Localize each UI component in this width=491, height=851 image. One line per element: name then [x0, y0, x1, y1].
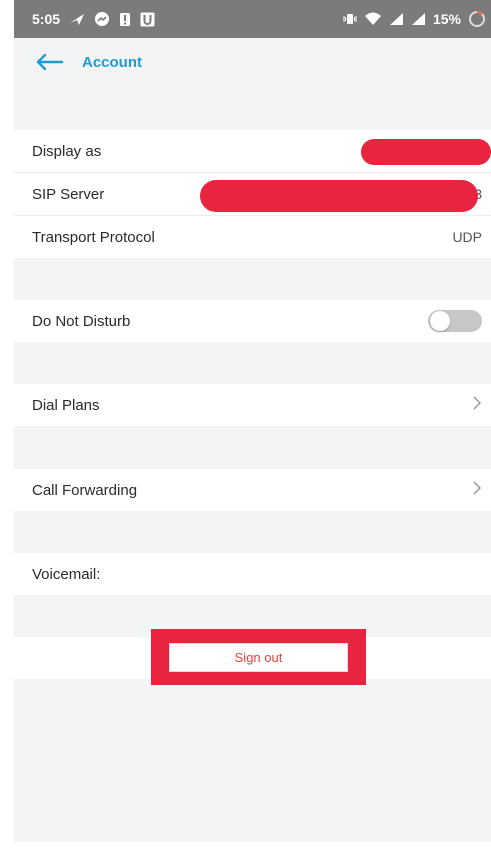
voicemail-label: Voicemail:	[32, 565, 101, 583]
redaction-mark	[361, 139, 491, 165]
sign-out-button[interactable]: Sign out	[169, 643, 348, 672]
do-not-disturb-label: Do Not Disturb	[32, 312, 131, 330]
battery-percent: 15%	[432, 11, 461, 27]
toggle-knob	[430, 311, 450, 331]
dial-plans-row[interactable]: Dial Plans	[14, 384, 491, 426]
call-forwarding-label: Call Forwarding	[32, 481, 138, 499]
call-forwarding-row[interactable]: Call Forwarding	[14, 469, 491, 511]
transport-protocol-row[interactable]: Transport Protocol UDP	[14, 216, 491, 258]
transport-protocol-value: UDP	[452, 229, 482, 245]
dial-plans-label: Dial Plans	[32, 396, 100, 414]
chevron-right-icon	[472, 480, 482, 501]
status-bar-left: 5:05	[32, 11, 155, 27]
vibrate-icon	[343, 12, 357, 26]
status-bar: 5:05 15%	[14, 0, 491, 38]
clock: 5:05	[32, 11, 61, 27]
phone-screen: 5:05 15% Account Display as SIP Server 3…	[14, 0, 491, 842]
messenger-icon	[94, 11, 110, 27]
voicemail-row[interactable]: Voicemail:	[14, 553, 491, 595]
app-bar: Account	[14, 38, 491, 86]
do-not-disturb-row: Do Not Disturb	[14, 300, 491, 342]
wifi-icon	[364, 12, 382, 26]
sip-server-label: SIP Server	[32, 185, 105, 203]
chevron-right-icon	[472, 395, 482, 416]
alert-icon	[119, 12, 131, 27]
do-not-disturb-toggle[interactable]	[428, 310, 482, 332]
back-arrow-icon[interactable]	[34, 51, 64, 73]
transport-protocol-label: Transport Protocol	[32, 228, 155, 246]
signal-icon	[389, 12, 404, 26]
battery-icon	[468, 10, 486, 28]
status-bar-right: 15%	[343, 10, 486, 28]
redaction-mark	[200, 180, 478, 212]
page-title: Account	[82, 53, 142, 71]
display-as-label: Display as	[32, 142, 102, 160]
signal-icon-2	[411, 12, 426, 26]
navigation-arrow-icon	[69, 12, 85, 26]
u-app-icon	[140, 12, 155, 27]
